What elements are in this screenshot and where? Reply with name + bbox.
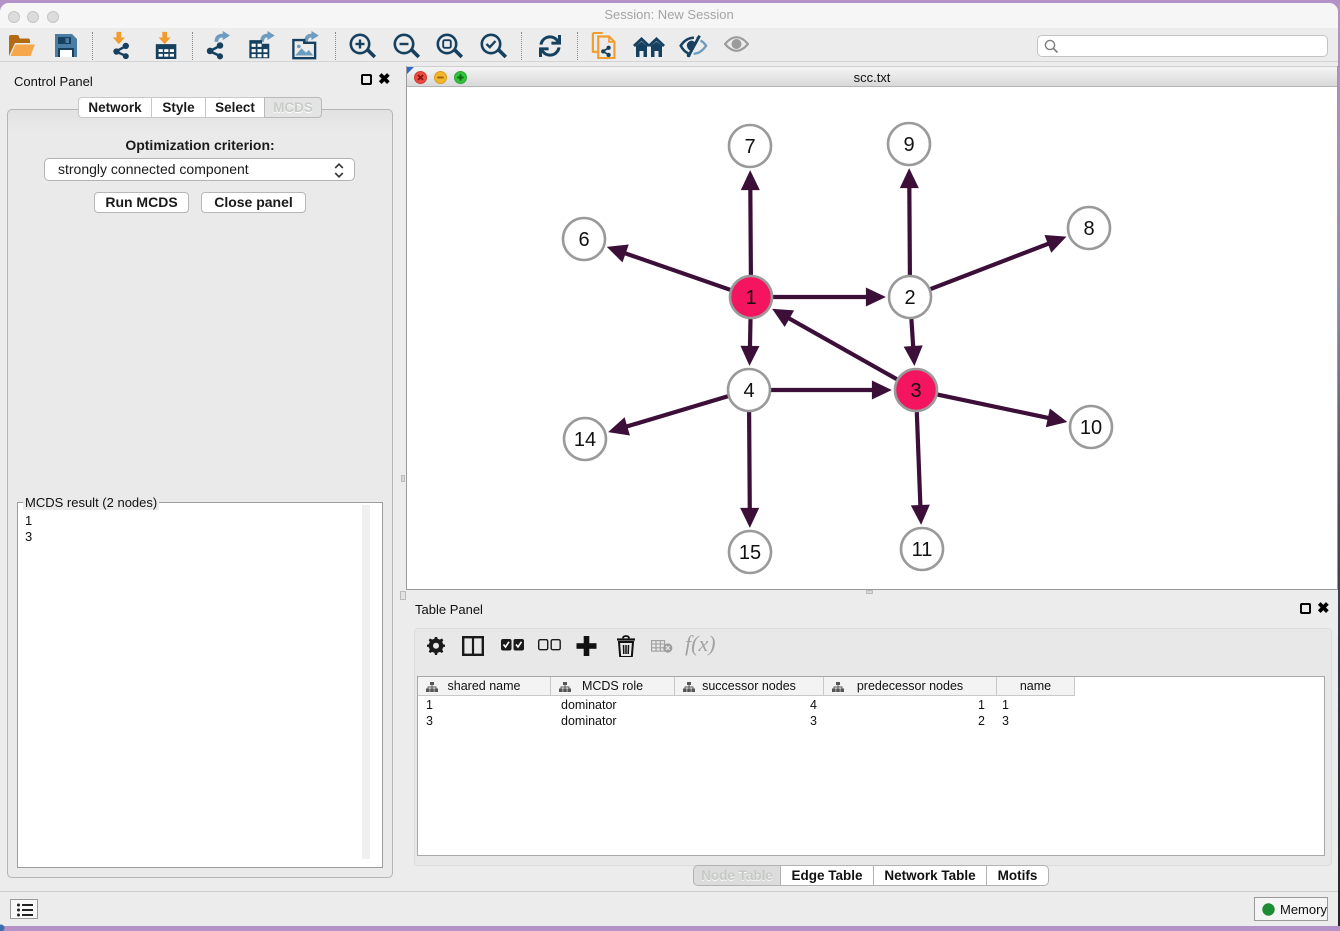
svg-text:2: 2 xyxy=(904,287,915,309)
svg-text:4: 4 xyxy=(743,380,754,402)
svg-text:7: 7 xyxy=(744,136,755,158)
svg-text:3: 3 xyxy=(910,380,921,402)
svg-text:8: 8 xyxy=(1083,218,1094,240)
svg-text:10: 10 xyxy=(1080,417,1102,439)
svg-text:9: 9 xyxy=(903,134,914,156)
svg-text:15: 15 xyxy=(739,542,761,564)
svg-text:11: 11 xyxy=(912,539,933,561)
svg-text:14: 14 xyxy=(574,429,596,451)
svg-text:6: 6 xyxy=(578,229,589,251)
svg-text:1: 1 xyxy=(745,287,756,309)
